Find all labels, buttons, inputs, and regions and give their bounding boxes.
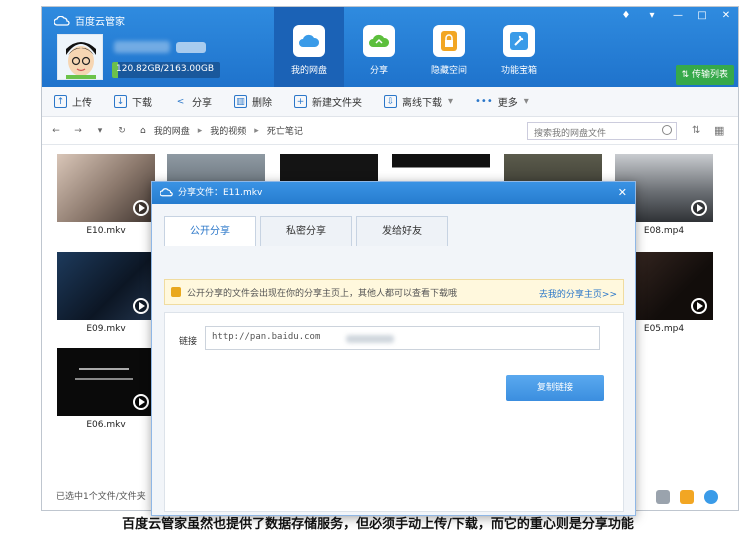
apps-grid-icon[interactable] <box>656 490 670 504</box>
subtitle-line <box>75 378 133 380</box>
close-icon[interactable]: ✕ <box>718 10 734 21</box>
download-icon: ↓ <box>114 95 127 108</box>
share-icon <box>363 25 395 57</box>
offline-download-icon: ⇩ <box>384 95 397 108</box>
nav-toolbox[interactable]: 功能宝箱 <box>484 7 554 87</box>
subtitle-line <box>79 368 129 370</box>
dialog-body: 公开分享 私密分享 发给好友 公开分享的文件会出现在你的分享主页上，其他人都可以… <box>152 204 635 515</box>
username-blurred <box>114 41 170 53</box>
play-icon <box>133 298 149 314</box>
more-button[interactable]: ••• 更多 ▾ <box>475 94 529 109</box>
share-link-panel: 链接 http://pan.baidu.com 复制链接 <box>164 312 624 512</box>
grid-view-icon[interactable]: ▦ <box>714 124 724 137</box>
avatar-face-icon <box>58 35 102 79</box>
share-dialog: 分享文件：E11.mkv ✕ 公开分享 私密分享 发给好友 公开分享的文件会出现… <box>151 181 636 516</box>
nav-share[interactable]: 分享 <box>344 7 414 87</box>
corner-icons <box>656 490 718 504</box>
image-caption: 百度云管家虽然也提供了数据存储服务，但必须手动上传/下载，而它的重心则是分享功能 <box>122 517 634 532</box>
my-share-home-link[interactable]: 去我的分享主页>> <box>539 287 617 300</box>
link-label: 链接 <box>179 337 198 347</box>
transfer-icon: ⇅ <box>681 70 692 80</box>
play-icon <box>133 394 149 410</box>
chevron-down-icon: ▾ <box>448 96 454 107</box>
baidu-cloud-logo-icon <box>160 188 173 197</box>
trash-icon: ▥ <box>234 95 247 108</box>
lock-icon <box>433 25 465 57</box>
tab-public-share[interactable]: 公开分享 <box>164 216 256 246</box>
toolbar: ↑ 上传 ↓ 下载 < 分享 ▥ 删除 + 新建文件夹 ⇩ 离线下载 ▾ ••• 更多 ▾ <box>42 87 738 117</box>
share-arrow-icon: < <box>176 96 185 107</box>
dialog-title: 分享文件：E11.mkv <box>178 188 263 198</box>
share-button[interactable]: < 分享 <box>174 94 212 110</box>
video-thumbnail <box>57 348 155 416</box>
refresh-icon[interactable]: ↻ <box>114 126 130 136</box>
file-thumbnail[interactable]: E09.mkv <box>57 252 155 334</box>
menu-icon[interactable]: ▾ <box>644 10 660 21</box>
skin-icon[interactable]: ♦ <box>618 10 634 21</box>
nav-my-disk[interactable]: 我的网盘 <box>274 7 344 87</box>
tab-send-to-friend[interactable]: 发给好友 <box>356 216 448 246</box>
video-thumbnail <box>57 252 155 320</box>
breadcrumb-item[interactable]: 我的网盘 <box>154 124 190 137</box>
transfer-list-button[interactable]: ⇅ 传输列表 <box>675 65 734 85</box>
maximize-icon[interactable]: □ <box>694 10 710 21</box>
chevron-down-icon: ▾ <box>523 96 529 107</box>
close-icon[interactable]: ✕ <box>618 182 627 204</box>
public-share-notice: 公开分享的文件会出现在你的分享主页上，其他人都可以查看下载哦 去我的分享主页>> <box>164 279 624 305</box>
path-bar: ← → ▾ ↻ ⌂ 我的网盘 ▸ 我的视频 ▸ 死亡笔记 搜索我的网盘文件 ⇅ ▦ <box>42 117 738 145</box>
cloud-icon <box>293 25 325 57</box>
file-thumbnail[interactable]: E06.mkv <box>57 348 155 430</box>
tab-private-share[interactable]: 私密分享 <box>260 216 352 246</box>
baidu-cloud-logo-icon <box>54 15 70 26</box>
dialog-title-bar: 分享文件：E11.mkv ✕ <box>152 182 635 204</box>
download-button[interactable]: ↓ 下载 <box>114 94 152 109</box>
new-folder-button[interactable]: + 新建文件夹 <box>294 94 362 109</box>
breadcrumb-item[interactable]: 死亡笔记 <box>267 124 303 137</box>
home-icon: ⌂ <box>140 125 146 136</box>
link-blurred-part <box>346 335 394 343</box>
minimize-icon[interactable]: — <box>670 10 686 21</box>
more-dots-icon: ••• <box>475 96 493 107</box>
breadcrumb: ⌂ 我的网盘 ▸ 我的视频 ▸ 死亡笔记 <box>140 124 311 138</box>
share-tabs: 公开分享 私密分享 发给好友 <box>164 216 452 246</box>
play-icon <box>133 200 149 216</box>
nav-hidden-space[interactable]: 隐藏空间 <box>414 7 484 87</box>
play-icon <box>691 200 707 216</box>
breadcrumb-separator: ▸ <box>197 125 203 136</box>
lock-icon <box>171 287 181 297</box>
upload-button[interactable]: ↑ 上传 <box>54 94 92 109</box>
avatar[interactable] <box>57 34 103 80</box>
search-icon[interactable] <box>662 125 672 135</box>
folder-upload-icon[interactable] <box>680 490 694 504</box>
share-link-field[interactable]: http://pan.baidu.com <box>205 326 600 350</box>
history-chevron-icon[interactable]: ▾ <box>92 126 108 136</box>
back-arrow-icon[interactable]: ← <box>48 126 64 136</box>
breadcrumb-separator: ▸ <box>254 125 259 136</box>
search-input[interactable]: 搜索我的网盘文件 <box>527 122 677 140</box>
header-bar: 百度云管家 120.82GB/2163.00GB 我的网盘 分享 隐藏空间 功能… <box>42 7 738 87</box>
file-thumbnail[interactable]: E10.mkv <box>57 154 155 236</box>
copy-link-button[interactable]: 复制链接 <box>506 375 604 401</box>
app-title: 百度云管家 <box>54 13 125 28</box>
wrench-icon <box>503 25 535 57</box>
breadcrumb-item[interactable]: 我的视频 <box>210 124 246 137</box>
video-thumbnail <box>57 154 155 222</box>
vip-badge-icon <box>176 42 206 53</box>
storage-quota-bar: 120.82GB/2163.00GB <box>112 62 220 78</box>
forward-arrow-icon[interactable]: → <box>70 126 86 136</box>
play-icon <box>691 298 707 314</box>
delete-button[interactable]: ▥ 删除 <box>234 94 272 109</box>
assistant-icon[interactable] <box>704 490 718 504</box>
upload-icon: ↑ <box>54 95 67 108</box>
offline-download-button[interactable]: ⇩ 离线下载 ▾ <box>384 94 453 109</box>
sort-icon[interactable]: ⇅ <box>692 125 700 136</box>
status-text: 已选中1个文件/文件夹 <box>56 492 146 502</box>
new-folder-icon: + <box>294 95 307 108</box>
